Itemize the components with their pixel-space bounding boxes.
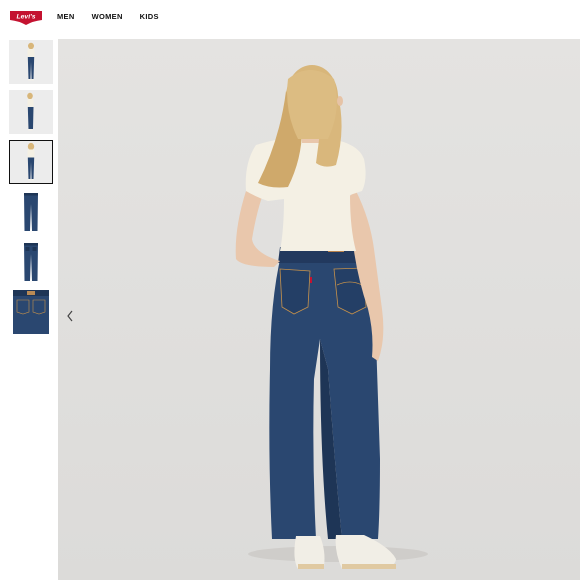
svg-text:Levi's: Levi's bbox=[17, 13, 36, 20]
main-nav: MEN WOMEN KIDS bbox=[57, 12, 159, 21]
thumbnail-detail-waistband[interactable] bbox=[9, 290, 53, 334]
thumbnail-product-front[interactable] bbox=[9, 190, 53, 234]
levis-logo[interactable]: Levi's bbox=[9, 10, 43, 26]
thumbnail-front[interactable] bbox=[9, 40, 53, 84]
thumbnail-back[interactable] bbox=[9, 140, 53, 184]
thumbnail-product-back[interactable] bbox=[9, 240, 53, 284]
thumbnail-side[interactable] bbox=[9, 90, 53, 134]
site-header: Levi's MEN WOMEN KIDS bbox=[0, 0, 580, 36]
product-main-image bbox=[58, 39, 580, 580]
thumbnail-list bbox=[9, 40, 54, 340]
chevron-left-icon[interactable] bbox=[64, 308, 76, 324]
nav-item-women[interactable]: WOMEN bbox=[92, 12, 123, 21]
nav-item-kids[interactable]: KIDS bbox=[140, 12, 159, 21]
nav-item-men[interactable]: MEN bbox=[57, 12, 75, 21]
